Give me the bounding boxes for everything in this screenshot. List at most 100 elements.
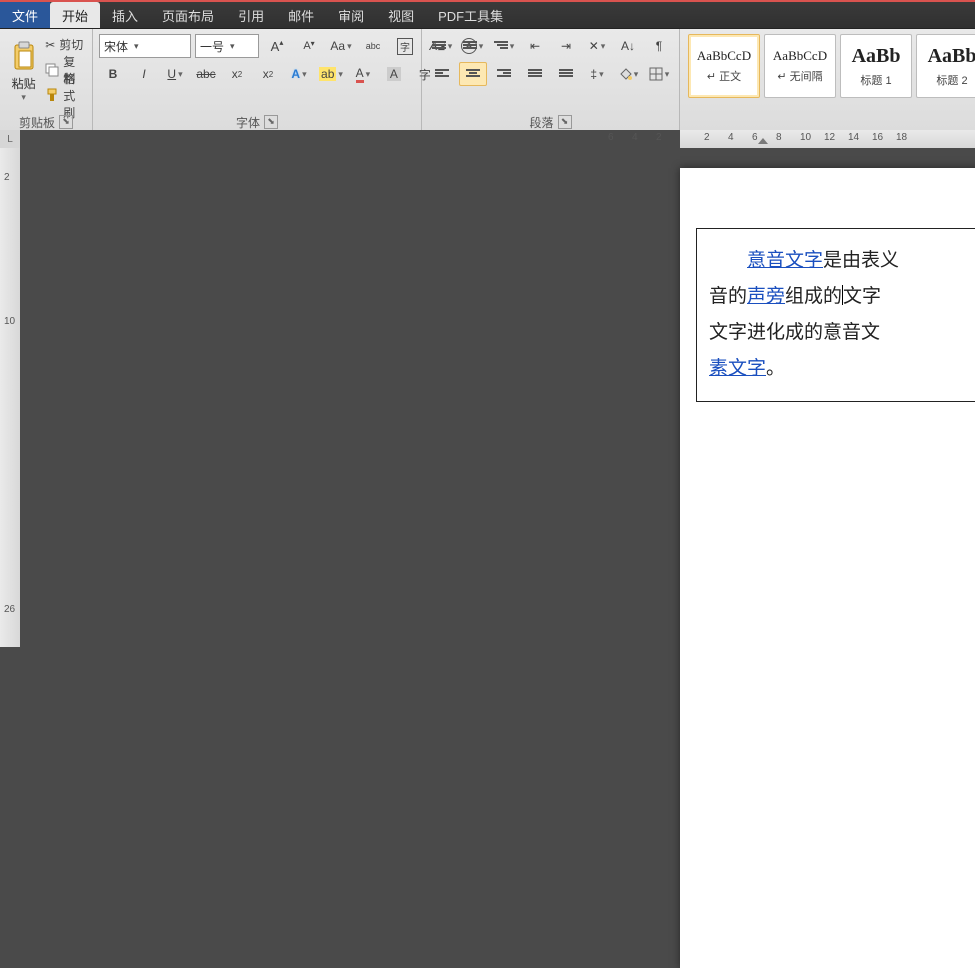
font-color-button[interactable]: A bbox=[349, 62, 377, 86]
tab-review[interactable]: 审阅 bbox=[326, 2, 376, 28]
style-card-1[interactable]: AaBbCcD ↵ 无间隔 bbox=[764, 34, 836, 98]
paste-label: 粘贴 bbox=[12, 75, 36, 92]
shrink-font-button[interactable]: A▾ bbox=[295, 34, 323, 58]
multilevel-icon bbox=[494, 40, 508, 52]
char-shading-button[interactable]: A bbox=[380, 62, 408, 86]
format-painter-button[interactable]: 格式刷 bbox=[45, 84, 86, 106]
align-right-button[interactable] bbox=[490, 62, 518, 86]
tab-references[interactable]: 引用 bbox=[226, 2, 276, 28]
style-preview: AaBbCcD bbox=[773, 48, 827, 64]
hruler-tick: 14 bbox=[848, 132, 859, 143]
hruler-tick: 18 bbox=[896, 132, 907, 143]
align-left-button[interactable] bbox=[428, 62, 456, 86]
shading-button[interactable] bbox=[614, 62, 642, 86]
style-preview: AaBb bbox=[852, 45, 901, 68]
style-preview: AaBbCcD bbox=[697, 48, 751, 64]
borders-button[interactable] bbox=[645, 62, 673, 86]
numbering-icon bbox=[463, 40, 477, 52]
underline-button[interactable]: U bbox=[161, 62, 189, 86]
hruler-tick: 4 bbox=[632, 132, 638, 143]
show-marks-button[interactable]: ¶ bbox=[645, 34, 673, 58]
tab-pdf-tools[interactable]: PDF工具集 bbox=[426, 2, 515, 28]
style-name: ↵ 无间隔 bbox=[777, 68, 822, 84]
paragraph-group-label: 段落 bbox=[530, 114, 554, 131]
hruler-tick: 10 bbox=[800, 132, 811, 143]
scissors-icon: ✂ bbox=[45, 38, 55, 52]
vertical-ruler[interactable]: 21026 bbox=[0, 148, 21, 647]
vruler-tick: 26 bbox=[4, 604, 15, 615]
tab-insert[interactable]: 插入 bbox=[100, 2, 150, 28]
line-spacing-icon: ‡ bbox=[590, 67, 597, 81]
align-right-icon bbox=[497, 68, 511, 80]
text-effects-button[interactable]: A bbox=[285, 62, 313, 86]
align-left-icon bbox=[435, 68, 449, 80]
tab-layout[interactable]: 页面布局 bbox=[150, 2, 226, 28]
font-size-combo[interactable]: 一号▾ bbox=[195, 34, 259, 58]
change-case-button[interactable]: Aa bbox=[327, 34, 355, 58]
hruler-tick: 2 bbox=[704, 132, 710, 143]
style-name: ↵ 正文 bbox=[707, 68, 741, 84]
ruler-corner[interactable]: L bbox=[0, 130, 21, 149]
tab-view[interactable]: 视图 bbox=[376, 2, 426, 28]
vruler-tick: 2 bbox=[4, 172, 10, 183]
font-group-label: 字体 bbox=[236, 114, 260, 131]
style-card-0[interactable]: AaBbCcD ↵ 正文 bbox=[688, 34, 760, 98]
align-distribute-button[interactable] bbox=[552, 62, 580, 86]
highlight-button[interactable]: ab bbox=[316, 62, 346, 86]
document-canvas[interactable]: 意音文字是由表义 音的声旁组成的文字 文字进化成的意音文 素文字。 bbox=[20, 148, 975, 647]
bullets-button[interactable] bbox=[428, 34, 456, 58]
hruler-tick: 16 bbox=[872, 132, 883, 143]
paragraph-expand-icon[interactable]: ⬊ bbox=[558, 115, 572, 129]
text-direction-button[interactable]: ✕ bbox=[583, 34, 611, 58]
font-expand-icon[interactable]: ⬊ bbox=[264, 115, 278, 129]
grow-font-button[interactable]: A▴ bbox=[263, 34, 291, 58]
link-shengpang[interactable]: 声旁 bbox=[747, 286, 785, 307]
align-justify-button[interactable] bbox=[521, 62, 549, 86]
menu-bar: 文件 开始 插入 页面布局 引用 邮件 审阅 视图 PDF工具集 bbox=[0, 2, 975, 29]
superscript-button[interactable]: x2 bbox=[254, 62, 282, 86]
bold-button[interactable]: B bbox=[99, 62, 127, 86]
hruler-tick: 4 bbox=[728, 132, 734, 143]
paste-button[interactable]: 粘贴 ▾ bbox=[6, 32, 41, 112]
style-card-3[interactable]: AaBb标题 2 bbox=[916, 34, 975, 98]
hruler-tick: 8 bbox=[776, 132, 782, 143]
numbering-button[interactable] bbox=[459, 34, 487, 58]
tab-mail[interactable]: 邮件 bbox=[276, 2, 326, 28]
tab-home[interactable]: 开始 bbox=[50, 2, 100, 28]
style-name: 标题 1 bbox=[860, 72, 891, 88]
clipboard-expand-icon[interactable]: ⬊ bbox=[59, 115, 73, 129]
indent-icon: ⇥ bbox=[561, 39, 571, 53]
ribbon: 粘贴 ▾ ✂剪切 复制 格式刷 剪贴板⬊ 宋体▾ 一号▾ A▴ A▾ Aa ab… bbox=[0, 29, 975, 132]
first-line-indent-marker[interactable] bbox=[758, 138, 768, 144]
text-direction-icon: ✕ bbox=[589, 39, 599, 53]
link-suwenzi[interactable]: 素文字 bbox=[709, 358, 766, 379]
subscript-button[interactable]: x2 bbox=[223, 62, 251, 86]
font-name-combo[interactable]: 宋体▾ bbox=[99, 34, 191, 58]
workspace: L 64224681012141618 21026 意音文字是由表义 音的声旁组… bbox=[0, 130, 975, 647]
align-distribute-icon bbox=[559, 68, 573, 80]
tab-file[interactable]: 文件 bbox=[0, 2, 50, 28]
line-spacing-button[interactable]: ‡ bbox=[583, 62, 611, 86]
style-card-2[interactable]: AaBb 标题 1 bbox=[840, 34, 912, 98]
indent-decrease-button[interactable]: ⇤ bbox=[521, 34, 549, 58]
horizontal-ruler[interactable]: 64224681012141618 bbox=[20, 130, 975, 149]
bullets-icon bbox=[432, 40, 446, 52]
paint-bucket-icon bbox=[618, 67, 632, 81]
link-yiyin[interactable]: 意音文字 bbox=[747, 250, 823, 271]
phonetic-guide-button[interactable]: abc bbox=[359, 34, 387, 58]
hruler-tick: 6 bbox=[752, 132, 758, 143]
align-justify-icon bbox=[528, 68, 542, 80]
align-center-button[interactable] bbox=[459, 62, 487, 86]
sort-button[interactable]: A↓ bbox=[614, 34, 642, 58]
clipboard-icon bbox=[11, 41, 37, 71]
multilevel-button[interactable] bbox=[490, 34, 518, 58]
char-border-button[interactable]: 字 bbox=[391, 34, 419, 58]
outdent-icon: ⇤ bbox=[530, 39, 540, 53]
italic-button[interactable]: I bbox=[130, 62, 158, 86]
strike-button[interactable]: abc bbox=[192, 62, 220, 86]
page: 意音文字是由表义 音的声旁组成的文字 文字进化成的意音文 素文字。 bbox=[680, 168, 975, 968]
hruler-tick: 2 bbox=[656, 132, 662, 143]
indent-increase-button[interactable]: ⇥ bbox=[552, 34, 580, 58]
hruler-tick: 12 bbox=[824, 132, 835, 143]
text-box[interactable]: 意音文字是由表义 音的声旁组成的文字 文字进化成的意音文 素文字。 bbox=[696, 228, 975, 402]
